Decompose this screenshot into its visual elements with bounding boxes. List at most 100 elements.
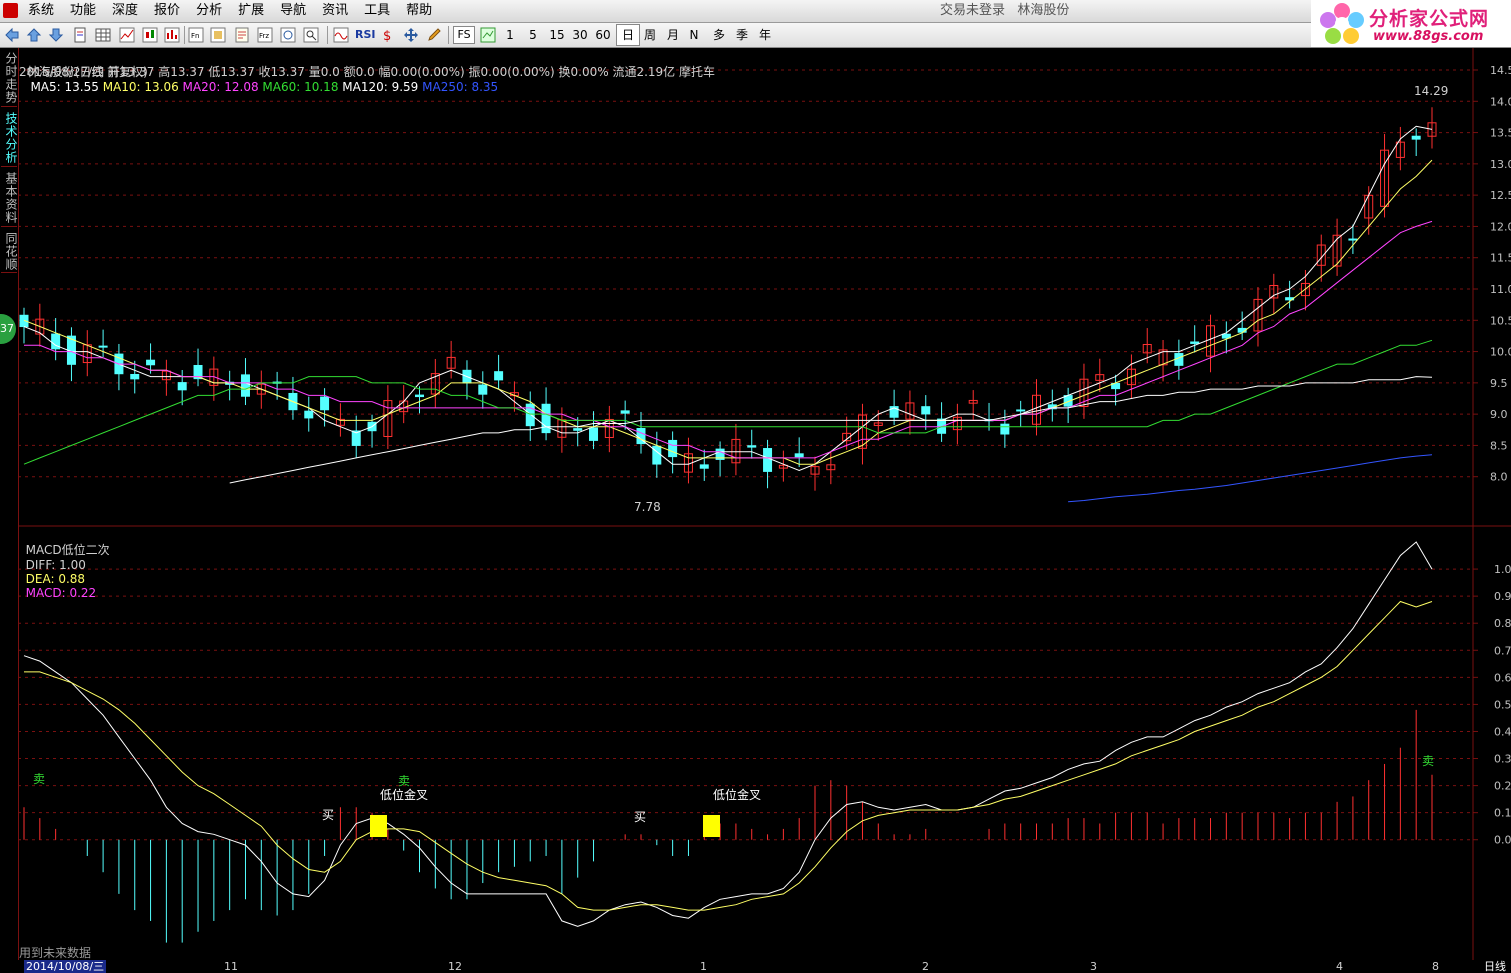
period-n[interactable]: N: [685, 23, 703, 47]
pencil-icon[interactable]: [426, 27, 442, 43]
green-chart-icon[interactable]: [480, 27, 496, 43]
date-cursor-label: 2014/10/08/三: [24, 960, 107, 973]
buy-marker-1: 买: [322, 808, 335, 822]
price-tick-label: 9.0: [1490, 408, 1508, 421]
price-tick-label: 8.5: [1490, 439, 1508, 452]
ma-legend-item-2: MA20: 12.08: [178, 80, 259, 94]
golden-cross-box-2: [703, 815, 720, 837]
ma-legend-item-0: MA5: 13.55: [26, 80, 99, 94]
menu-item-depth[interactable]: 深度: [104, 0, 146, 22]
up-arrow-icon[interactable]: [26, 27, 42, 43]
low-price-label: 7.78: [634, 500, 661, 514]
brand-url[interactable]: www.88gs.com: [1373, 29, 1483, 44]
candle-body: [1190, 341, 1200, 344]
candle-body: [1000, 423, 1010, 435]
macd-value: MACD: 0.22: [25, 586, 97, 600]
bar-chart-icon[interactable]: [164, 27, 180, 43]
macd-tick-label: 0.2: [1494, 780, 1511, 793]
candle-body: [146, 359, 156, 366]
period-15min[interactable]: 15: [546, 23, 568, 47]
macd-title: MACD低位二次: [25, 543, 110, 557]
candlestick-icon[interactable]: [142, 27, 158, 43]
candle-body: [921, 406, 931, 415]
back-arrow-icon[interactable]: [4, 27, 20, 43]
menu-item-quote[interactable]: 报价: [146, 0, 188, 22]
candle-body: [177, 382, 187, 391]
menu-items: 系统 功能 深度 报价 分析 扩展 导航 资讯 工具 帮助: [20, 0, 440, 22]
document-icon[interactable]: [72, 27, 88, 43]
period-1min[interactable]: 1: [500, 23, 520, 47]
down-arrow-icon[interactable]: [48, 27, 64, 43]
ma-line-ma20: [24, 220, 1433, 459]
ma-legend-item-4: MA120: 9.59: [338, 80, 419, 94]
candle-body: [494, 371, 504, 381]
period-year[interactable]: 年: [754, 23, 776, 47]
wave-icon[interactable]: [333, 27, 349, 43]
menu-item-navigate[interactable]: 导航: [272, 0, 314, 22]
chart-frame: [18, 48, 1511, 960]
golden-cross-box-1: [370, 815, 387, 837]
period-week[interactable]: 周: [639, 23, 661, 47]
toolbar-separator: [327, 26, 328, 44]
svg-text:Fn: Fn: [191, 32, 199, 40]
price-tick-label: 10.0: [1490, 346, 1511, 359]
macd-tick-label: 0.0: [1494, 834, 1511, 847]
refresh-icon[interactable]: [280, 27, 296, 43]
notes-icon[interactable]: [234, 27, 250, 43]
macd-tick-label: 1.0: [1494, 563, 1511, 576]
price-tick-label: 8.0: [1490, 471, 1508, 484]
future-data-note: 用到未来数据: [19, 946, 92, 960]
fund-flow-icon[interactable]: Fn: [188, 27, 204, 43]
macd-header: MACD低位二次 DIFF: 1.00 DEA: 0.88 MACD: 0.22: [18, 527, 110, 600]
chart-area: 14.5 14.0 13.5 13.0 12.5 12.0 11.5 11.0 10.5 10.0…: [18, 48, 1511, 960]
line-chart-icon[interactable]: [119, 27, 135, 43]
rsi-button[interactable]: RSI: [355, 23, 376, 47]
ma-line-ma10: [23, 159, 1433, 465]
golden-cross-label-2: 低位金叉: [713, 788, 762, 802]
period-5min[interactable]: 5: [523, 23, 543, 47]
menu-item-extend[interactable]: 扩展: [230, 0, 272, 22]
menu-item-analysis[interactable]: 分析: [188, 0, 230, 22]
macd-histogram: [23, 709, 1433, 943]
quote-line: 2015/08/27/四 开13.37 高13.37 低13.37 收13.37…: [19, 65, 715, 79]
period-30min[interactable]: 30: [569, 23, 591, 47]
period-day[interactable]: 日: [616, 24, 640, 46]
period-multi[interactable]: 多: [708, 23, 730, 47]
price-tick-label: 11.5: [1490, 252, 1511, 265]
candle-body: [747, 445, 757, 448]
candle-body: [573, 428, 583, 431]
table-icon[interactable]: [95, 27, 111, 43]
price-tick-label: 10.5: [1490, 314, 1511, 327]
month-label-4: 4: [1336, 960, 1343, 973]
candle-body: [699, 464, 709, 469]
fs-button[interactable]: FS: [453, 26, 475, 44]
toolbar: Fn Frz RSI $ FS 1 5 15 30 60 日 周 月 N 多 季…: [0, 23, 1511, 48]
stock-name-status: 林海股份: [1017, 3, 1070, 18]
macd-tick-label: 0.5: [1494, 698, 1511, 711]
price-tick-label: 13.5: [1490, 127, 1511, 140]
macd-tick-label: 0.8: [1494, 617, 1511, 630]
period-month[interactable]: 月: [662, 23, 684, 47]
menu-item-news[interactable]: 资讯: [314, 0, 356, 22]
month-label-11: 11: [224, 960, 238, 973]
report-icon[interactable]: [210, 27, 226, 43]
sell-marker-3: 卖: [1422, 754, 1435, 768]
period-60min[interactable]: 60: [592, 23, 614, 47]
macd-tick-label: 0.9: [1494, 590, 1511, 603]
candle-body: [130, 373, 140, 380]
status-text: 交易未登录 林海股份: [940, 0, 1069, 22]
diff-line: [23, 541, 1433, 927]
period-quarter[interactable]: 季: [731, 23, 753, 47]
menu-item-help[interactable]: 帮助: [398, 0, 440, 22]
menu-item-system[interactable]: 系统: [20, 0, 62, 22]
menu-item-tools[interactable]: 工具: [356, 0, 398, 22]
zoom-icon[interactable]: [303, 27, 319, 43]
move-icon[interactable]: [403, 27, 419, 43]
price-tick-label: 14.0: [1490, 95, 1511, 108]
toolbar-separator: [184, 26, 185, 44]
app-logo-icon[interactable]: [3, 3, 18, 18]
formula-icon[interactable]: Frz: [257, 27, 273, 43]
money-icon[interactable]: $: [380, 27, 396, 43]
menu-item-function[interactable]: 功能: [62, 0, 104, 22]
candle-body: [98, 345, 108, 348]
